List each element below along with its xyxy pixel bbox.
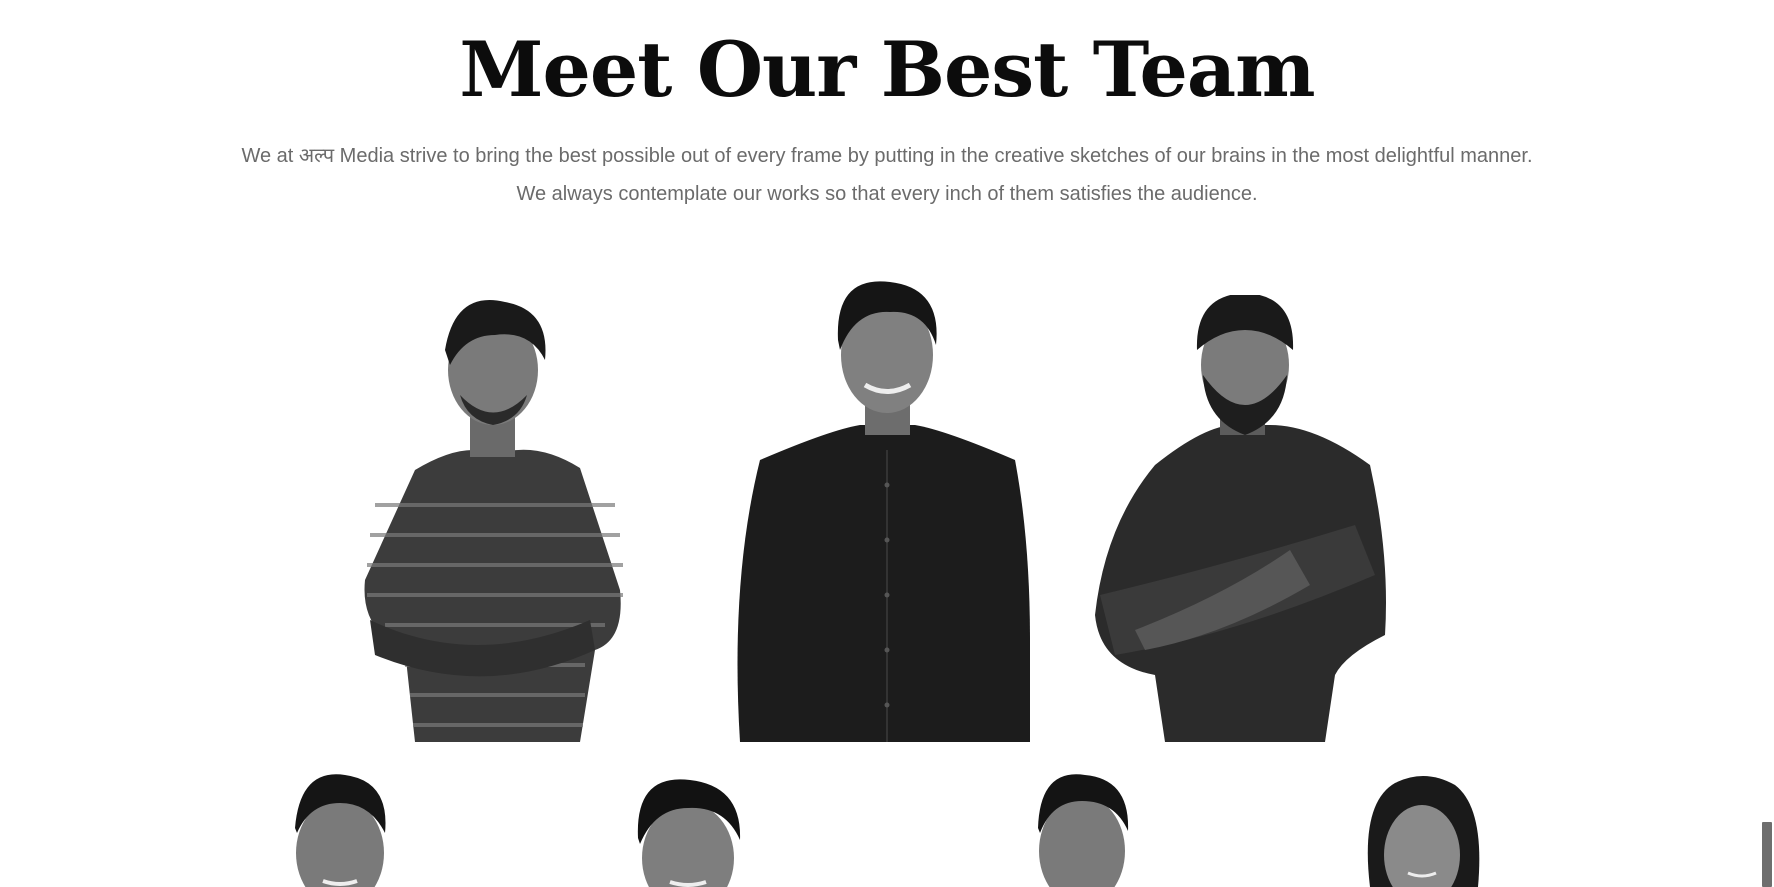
team-member-photo-1-image [364, 300, 623, 742]
intro-line-1: We at अल्प Media strive to bring the bes… [241, 145, 1533, 167]
team-member-photo-7 [1350, 773, 1490, 887]
team-member-photo-6-image [1038, 774, 1129, 887]
team-member-photo-4 [285, 773, 395, 887]
team-member-photo-5-image [637, 779, 741, 887]
section-title: Meet Our Best Team [459, 25, 1315, 114]
section-intro: We at अल्प Media strive to bring the bes… [0, 137, 1774, 213]
intro-line-2: We always contemplate our works so that … [516, 183, 1258, 205]
team-member-photo-2 [730, 280, 1040, 742]
team-member-photo-4-image [295, 774, 386, 887]
team-member-photo-6 [1030, 773, 1135, 887]
team-member-photo-1 [345, 290, 645, 742]
team-member-photo-2-image [737, 281, 1030, 742]
team-member-photo-3 [1095, 295, 1395, 742]
scrollbar-thumb[interactable] [1762, 822, 1772, 887]
team-member-photo-7-image [1367, 775, 1480, 887]
team-member-photo-5 [630, 778, 745, 887]
team-member-photo-3-image [1095, 295, 1386, 742]
